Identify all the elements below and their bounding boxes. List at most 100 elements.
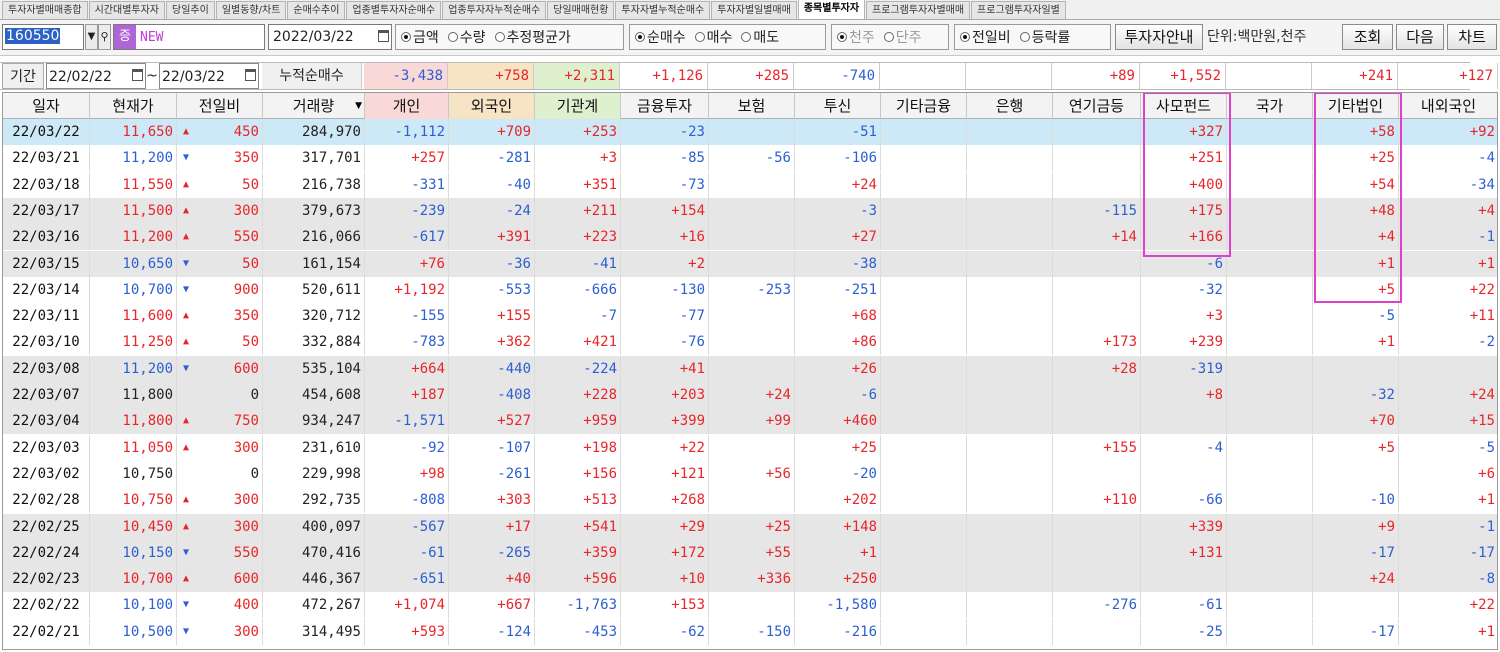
radio1-option-1[interactable]: 금액 [401, 27, 439, 47]
header-10[interactable]: 투신 [795, 93, 881, 119]
tab-2[interactable]: 시간대별투자자 [88, 1, 166, 19]
header-2[interactable]: 현재가 [90, 93, 177, 119]
tab-13[interactable]: 프로그램투자자일별 [971, 1, 1066, 19]
summary-cell: +285 [708, 63, 794, 89]
end-date-input[interactable]: 22/03/22 [159, 63, 259, 89]
table-row[interactable]: 22/03/11 11,600 350 ▲ 320,712 -155 +155 -7 -77 +6… [3, 303, 1497, 330]
tab-6[interactable]: 업종별투자자순매수 [346, 1, 442, 19]
header-7[interactable]: 기관계 [535, 93, 621, 119]
table-row[interactable]: 22/03/07 11,800 0 454,608 +187 -408 +228 +203 +2… [3, 382, 1497, 408]
cell-value: 300 [233, 492, 259, 509]
cell-value: +339 [1189, 518, 1223, 535]
table-cell: -666 [535, 276, 621, 303]
table-cell: +27 [795, 224, 881, 251]
next-button[interactable]: 다음 [1396, 24, 1444, 50]
header-5[interactable]: 개인 [365, 93, 449, 119]
table-cell: -1,580 [795, 592, 881, 619]
header-9[interactable]: 보험 [709, 93, 795, 119]
table-cell: +460 [795, 408, 881, 435]
table-cell: +131 [1141, 539, 1227, 566]
calendar-icon[interactable] [132, 69, 143, 81]
header-4[interactable]: 거래량 ▼ [263, 93, 365, 119]
header-11[interactable]: 기타금융 [881, 93, 967, 119]
table-cell: 22/03/07 [3, 382, 90, 408]
header-14[interactable]: 사모펀드 [1141, 93, 1227, 119]
radio2-option-2[interactable]: 매수 [694, 27, 732, 47]
table-row[interactable]: 22/03/02 10,750 0 229,998 +98 -261 +156 +121 +56… [3, 460, 1497, 487]
calendar-icon[interactable] [245, 69, 256, 81]
cell-value: -224 [583, 360, 617, 377]
header-3[interactable]: 전일비 [177, 93, 263, 119]
radio2-option-3[interactable]: 매도 [741, 27, 779, 47]
calendar-icon[interactable] [378, 30, 389, 42]
table-cell: +362 [449, 329, 535, 356]
table-row[interactable]: 22/03/17 11,500 300 ▲ 379,673 -239 -24 +211 +154… [3, 197, 1497, 224]
table-cell [967, 171, 1053, 198]
down-arrow-icon: ▼ [183, 625, 190, 637]
radio4-option-1[interactable]: 전일비 [960, 27, 1011, 47]
chart-button[interactable]: 차트 [1447, 24, 1497, 50]
table-cell: -281 [449, 145, 535, 172]
header-15[interactable]: 국가 [1227, 93, 1313, 119]
header-17[interactable]: 내외국인 [1399, 93, 1497, 119]
cell-value: 11,200 [122, 229, 173, 246]
table-row[interactable]: 22/02/24 10,150 550 ▼ 470,416 -61 -265 +359 +172… [3, 539, 1497, 566]
table-row[interactable]: 22/02/22 10,100 400 ▼ 472,267 +1,074 +667 -1,76… [3, 592, 1497, 619]
table-row[interactable]: 22/03/21 11,200 350 ▼ 317,701 +257 -281 +3 -85 -5… [3, 145, 1497, 172]
dropdown-arrow-icon[interactable]: ▼ [85, 24, 98, 50]
radio1-option-3[interactable]: 추정평균가 [494, 27, 571, 47]
radio2-option-1[interactable]: 순매수 [635, 27, 686, 47]
start-date-input[interactable]: 22/02/22 [46, 63, 146, 89]
radio3-option-1[interactable]: 천주 [837, 27, 875, 47]
table-row[interactable]: 22/03/16 11,200 550 ▲ 216,066 -617 +391 +223 +16… [3, 224, 1497, 251]
stock-code-input[interactable]: 160550 [2, 24, 84, 50]
radio1-option-2[interactable]: 수량 [447, 27, 486, 47]
table-cell: -34 [1399, 172, 1497, 198]
cell-value: +98 [419, 465, 445, 482]
table-row[interactable]: 22/03/18 11,550 50 ▲ 216,738 -331 -40 +351 -73 +2… [3, 171, 1497, 198]
table-row[interactable]: 22/03/08 11,200 600 ▼ 535,104 +664 -440 -224 +41… [3, 355, 1497, 382]
header-13[interactable]: 연기금등 [1053, 93, 1141, 119]
tab-7[interactable]: 업종투자자누적순매수 [442, 1, 547, 19]
tab-11[interactable]: 종목별투자자 [797, 0, 866, 19]
cell-value: +24 [851, 176, 877, 193]
tab-10[interactable]: 투자자별일별매매 [711, 1, 797, 19]
search-icon[interactable]: ⚲ [98, 24, 111, 50]
query-button[interactable]: 조회 [1342, 24, 1393, 50]
tab-8[interactable]: 당일매매현황 [547, 1, 615, 19]
table-row[interactable]: 22/02/21 10,500 300 ▼ 314,495 +593 -124 -453 -62… [3, 618, 1497, 645]
tab-4[interactable]: 일별동향/차트 [215, 1, 287, 19]
header-1[interactable]: 일자 [3, 93, 90, 119]
table-cell: 300 ▲ [177, 434, 263, 461]
header-12[interactable]: 은행 [967, 93, 1053, 119]
table-row[interactable]: 22/02/25 10,450 300 ▲ 400,097 -567 +17 +541 +29 +… [3, 513, 1497, 540]
tab-1[interactable]: 투자자별매매종합 [2, 1, 88, 19]
tab-3[interactable]: 당일추이 [166, 1, 215, 19]
tab-5[interactable]: 순매수추이 [287, 1, 346, 19]
header-8[interactable]: 금융투자 [621, 93, 709, 119]
table-cell [881, 171, 967, 198]
header-6[interactable]: 외국인 [449, 93, 535, 119]
investor-guide-button[interactable]: 투자자안내 [1115, 24, 1203, 50]
radio4-option-2[interactable]: 등락률 [1019, 27, 1070, 47]
cell-value: +251 [1189, 150, 1223, 167]
table-cell [709, 250, 795, 277]
tab-12[interactable]: 프로그램투자자별매매 [866, 1, 971, 19]
header-16[interactable]: 기타법인 [1313, 93, 1399, 119]
table-row[interactable]: 22/02/23 10,700 600 ▲ 446,367 -651 +40 +596 +10 +… [3, 566, 1497, 593]
radio3-option-2[interactable]: 단주 [883, 27, 922, 47]
stock-name-box[interactable]: 증 NEW [113, 24, 265, 50]
table-row[interactable]: 22/03/04 11,800 750 ▲ 934,247 -1,571 +527 +959 +… [3, 408, 1497, 435]
tab-9[interactable]: 투자자별누적순매수 [615, 1, 711, 19]
table-row[interactable]: 22/03/03 11,050 300 ▲ 231,610 -92 -107 +198 +22 +… [3, 434, 1497, 461]
sort-dropdown-icon[interactable]: ▼ [355, 93, 362, 119]
table-cell: 11,650 [90, 119, 177, 145]
table-row[interactable]: 22/03/14 10,700 900 ▼ 520,611 +1,192 -553 -666 -… [3, 276, 1497, 303]
table-row[interactable]: 22/03/15 10,650 50 ▼ 161,154 +76 -36 -41 +2 -38 -6… [3, 250, 1497, 277]
table-row[interactable]: 22/03/10 11,250 50 ▲ 332,884 -783 +362 +421 -76 +… [3, 329, 1497, 356]
table-row[interactable]: 22/03/22 11,650 450 ▲ 284,970 -1,112 +709 +253 -… [3, 119, 1497, 145]
table-cell: 550 ▲ [177, 224, 263, 251]
date-input[interactable]: 2022/03/22 [268, 24, 392, 50]
table-row[interactable]: 22/02/28 10,750 300 ▲ 292,735 -808 +303 +513 +26… [3, 487, 1497, 514]
table-cell [1053, 119, 1141, 145]
